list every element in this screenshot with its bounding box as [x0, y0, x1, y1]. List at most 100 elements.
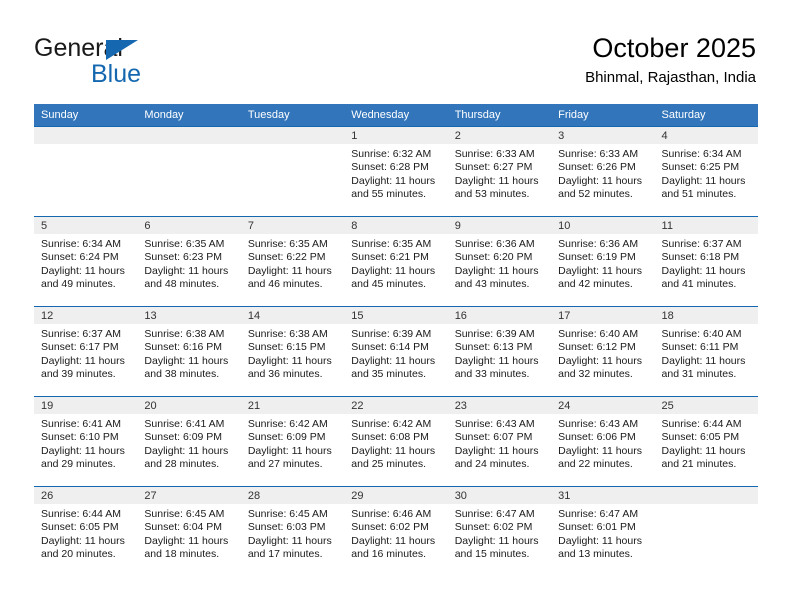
day-number: 31 — [551, 487, 655, 504]
daylight-duration-line2: and 52 minutes. — [558, 188, 633, 201]
sunrise-time: Sunrise: 6:33 AM — [454, 148, 535, 160]
day-number: 7 — [240, 217, 345, 234]
weekday-header-wednesday: Wednesday — [344, 104, 448, 127]
daylight-duration-line2: and 13 minutes. — [558, 548, 633, 561]
calendar-day-cell[interactable]: 8 Sunrise: 6:35 AM Sunset: 6:21 PM Daylight… — [344, 216, 448, 307]
day-number — [654, 487, 758, 504]
calendar-day-cell[interactable]: 3 Sunrise: 6:33 AM Sunset: 6:26 PM Daylight… — [551, 126, 655, 217]
sunset-time: Sunset: 6:08 PM — [351, 431, 429, 444]
calendar-day-cell[interactable]: 18 Sunrise: 6:40 AM Sunset: 6:11 PM Dayligh… — [654, 306, 758, 397]
sunrise-time: Sunrise: 6:44 AM — [41, 508, 121, 520]
day-details: Sunrise: 6:33 AM Sunset: 6:26 PM Daylight:… — [551, 144, 654, 202]
calendar-day-cell[interactable]: 23 Sunrise: 6:43 AM Sunset: 6:07 PM Dayligh… — [447, 396, 552, 487]
sunrise-time: Sunrise: 6:40 AM — [558, 328, 639, 340]
weekday-header-row: Sunday Monday Tuesday Wednesday Thursday… — [34, 104, 758, 127]
calendar-day-cell[interactable]: 11 Sunrise: 6:37 AM Sunset: 6:18 PM Dayligh… — [654, 216, 758, 307]
calendar-day-cell[interactable]: 22 Sunrise: 6:42 AM Sunset: 6:08 PM Dayligh… — [344, 396, 448, 487]
calendar-day-cell[interactable]: 14 Sunrise: 6:38 AM Sunset: 6:15 PM Dayligh… — [240, 306, 345, 397]
sunrise-time: Sunrise: 6:35 AM — [144, 238, 225, 250]
calendar-day-cell[interactable]: 16 Sunrise: 6:39 AM Sunset: 6:13 PM Dayligh… — [447, 306, 552, 397]
daylight-duration-line1: Daylight: 11 hours — [144, 444, 229, 457]
calendar-day-cell[interactable]: 20 Sunrise: 6:41 AM Sunset: 6:09 PM Dayligh… — [137, 396, 241, 487]
day-details: Sunrise: 6:33 AM Sunset: 6:27 PM Daylight:… — [448, 144, 551, 202]
calendar-day-cell[interactable]: 21 Sunrise: 6:42 AM Sunset: 6:09 PM Dayligh… — [240, 396, 345, 487]
sunrise-time: Sunrise: 6:34 AM — [41, 238, 121, 250]
sunset-time: Sunset: 6:17 PM — [41, 341, 119, 354]
calendar-day-cell[interactable]: 26 Sunrise: 6:44 AM Sunset: 6:05 PM Dayligh… — [34, 486, 138, 577]
sunrise-time: Sunrise: 6:33 AM — [558, 148, 639, 160]
daylight-duration-line2: and 38 minutes. — [144, 368, 220, 381]
sunrise-time: Sunrise: 6:38 AM — [247, 328, 328, 340]
daylight-duration-line1: Daylight: 11 hours — [247, 264, 332, 277]
daylight-duration-line2: and 29 minutes. — [41, 458, 116, 471]
day-number: 9 — [447, 217, 552, 234]
sunset-time: Sunset: 6:12 PM — [558, 341, 636, 354]
brand-triangle-icon — [106, 40, 138, 60]
daylight-duration-line1: Daylight: 11 hours — [144, 534, 229, 547]
calendar-day-cell[interactable]: 29 Sunrise: 6:46 AM Sunset: 6:02 PM Dayligh… — [344, 486, 448, 577]
calendar-day-cell[interactable]: 4 Sunrise: 6:34 AM Sunset: 6:25 PM Daylight… — [654, 126, 758, 217]
calendar-day-cell[interactable]: 10 Sunrise: 6:36 AM Sunset: 6:19 PM Dayligh… — [551, 216, 655, 307]
daylight-duration-line1: Daylight: 11 hours — [558, 264, 642, 277]
daylight-duration-line2: and 43 minutes. — [454, 278, 530, 291]
sunrise-time: Sunrise: 6:43 AM — [454, 418, 535, 430]
daylight-duration-line1: Daylight: 11 hours — [41, 444, 125, 457]
brand-logo[interactable]: General Blue — [34, 33, 234, 88]
daylight-duration-line2: and 18 minutes. — [144, 548, 220, 561]
day-details: Sunrise: 6:32 AM Sunset: 6:28 PM Daylight:… — [344, 144, 447, 202]
day-details: Sunrise: 6:39 AM Sunset: 6:13 PM Daylight:… — [448, 324, 551, 382]
day-number: 17 — [551, 307, 655, 324]
calendar-day-cell[interactable]: 15 Sunrise: 6:39 AM Sunset: 6:14 PM Dayligh… — [344, 306, 448, 397]
daylight-duration-line1: Daylight: 11 hours — [351, 264, 436, 277]
day-number: 8 — [344, 217, 448, 234]
daylight-duration-line1: Daylight: 11 hours — [454, 354, 539, 367]
calendar-day-cell[interactable]: 13 Sunrise: 6:38 AM Sunset: 6:16 PM Dayligh… — [137, 306, 241, 397]
calendar-day-cell[interactable]: 30 Sunrise: 6:47 AM Sunset: 6:02 PM Dayligh… — [447, 486, 552, 577]
calendar-day-cell[interactable]: 19 Sunrise: 6:41 AM Sunset: 6:10 PM Dayligh… — [34, 396, 138, 487]
day-number: 23 — [447, 397, 552, 414]
daylight-duration-line2: and 39 minutes. — [41, 368, 116, 381]
day-number: 2 — [447, 127, 552, 144]
sunrise-time: Sunrise: 6:35 AM — [247, 238, 328, 250]
daylight-duration-line2: and 46 minutes. — [247, 278, 323, 291]
weekday-header-sunday: Sunday — [34, 104, 138, 127]
daylight-duration-line2: and 53 minutes. — [454, 188, 530, 201]
calendar-day-cell[interactable]: 12 Sunrise: 6:37 AM Sunset: 6:17 PM Dayligh… — [34, 306, 138, 397]
weekday-header-friday: Friday — [551, 104, 655, 127]
daylight-duration-line1: Daylight: 11 hours — [661, 174, 746, 187]
calendar-day-cell[interactable]: 31 Sunrise: 6:47 AM Sunset: 6:01 PM Dayligh… — [551, 486, 655, 577]
sunset-time: Sunset: 6:07 PM — [454, 431, 533, 444]
calendar-day-cell[interactable]: 5 Sunrise: 6:34 AM Sunset: 6:24 PM Daylight… — [34, 216, 138, 307]
calendar-day-cell[interactable]: 25 Sunrise: 6:44 AM Sunset: 6:05 PM Dayligh… — [654, 396, 758, 487]
day-number: 26 — [34, 487, 138, 504]
sunrise-time: Sunrise: 6:41 AM — [41, 418, 121, 430]
calendar-cell-empty — [34, 126, 138, 217]
sunset-time: Sunset: 6:22 PM — [247, 251, 326, 264]
day-number: 14 — [240, 307, 345, 324]
day-number: 4 — [654, 127, 758, 144]
daylight-duration-line1: Daylight: 11 hours — [351, 174, 436, 187]
calendar-day-cell[interactable]: 6 Sunrise: 6:35 AM Sunset: 6:23 PM Daylight… — [137, 216, 241, 307]
calendar-day-cell[interactable]: 2 Sunrise: 6:33 AM Sunset: 6:27 PM Daylight… — [447, 126, 552, 217]
daylight-duration-line2: and 49 minutes. — [41, 278, 116, 291]
calendar-grid: Sunday Monday Tuesday Wednesday Thursday… — [34, 104, 758, 577]
daylight-duration-line2: and 20 minutes. — [41, 548, 116, 561]
calendar-day-cell[interactable]: 28 Sunrise: 6:45 AM Sunset: 6:03 PM Dayligh… — [240, 486, 345, 577]
daylight-duration-line1: Daylight: 11 hours — [351, 354, 436, 367]
calendar-day-cell[interactable]: 7 Sunrise: 6:35 AM Sunset: 6:22 PM Daylight… — [240, 216, 345, 307]
sunset-time: Sunset: 6:28 PM — [351, 161, 429, 174]
daylight-duration-line1: Daylight: 11 hours — [558, 444, 642, 457]
sunset-time: Sunset: 6:23 PM — [144, 251, 223, 264]
calendar-day-cell[interactable]: 9 Sunrise: 6:36 AM Sunset: 6:20 PM Daylight… — [447, 216, 552, 307]
calendar-day-cell[interactable]: 27 Sunrise: 6:45 AM Sunset: 6:04 PM Dayligh… — [137, 486, 241, 577]
day-details: Sunrise: 6:43 AM Sunset: 6:07 PM Daylight:… — [448, 414, 551, 472]
daylight-duration-line2: and 42 minutes. — [558, 278, 633, 291]
calendar-day-cell[interactable]: 1 Sunrise: 6:32 AM Sunset: 6:28 PM Daylight… — [344, 126, 448, 217]
day-details: Sunrise: 6:36 AM Sunset: 6:19 PM Daylight:… — [551, 234, 654, 292]
calendar-day-cell[interactable]: 24 Sunrise: 6:43 AM Sunset: 6:06 PM Dayligh… — [551, 396, 655, 487]
calendar-day-cell[interactable]: 17 Sunrise: 6:40 AM Sunset: 6:12 PM Dayligh… — [551, 306, 655, 397]
title-block: October 2025 Bhinmal, Rajasthan, India — [585, 32, 756, 88]
daylight-duration-line1: Daylight: 11 hours — [661, 354, 746, 367]
calendar-cell-empty — [137, 126, 241, 217]
sunrise-time: Sunrise: 6:37 AM — [41, 328, 121, 340]
